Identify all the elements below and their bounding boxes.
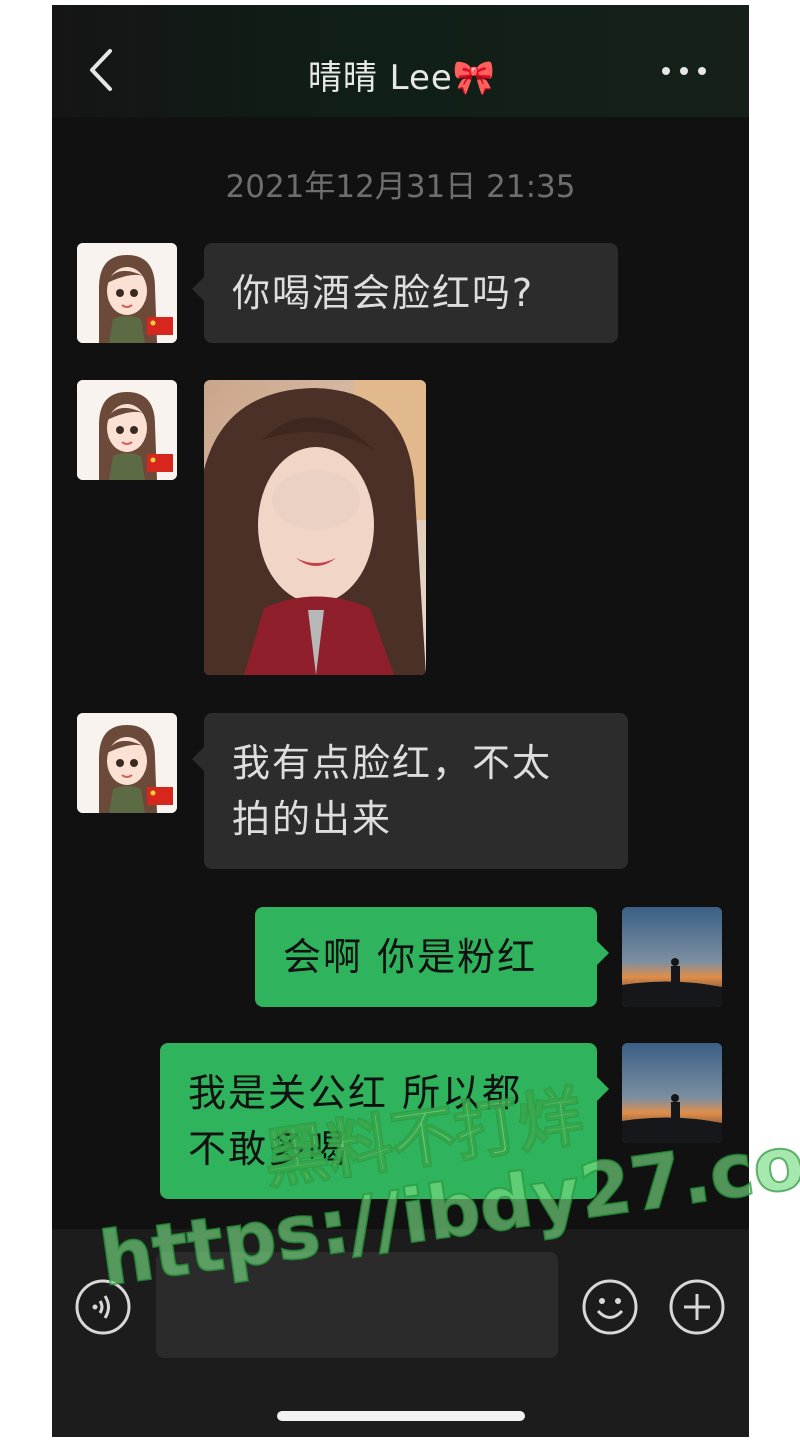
contact-avatar[interactable]: [77, 380, 177, 480]
more-icon: [662, 67, 706, 75]
contact-avatar[interactable]: [77, 243, 177, 343]
message-timestamp: 2021年12月31日 21:35: [225, 169, 576, 205]
outgoing-message[interactable]: 会啊 你是粉红: [255, 907, 609, 1007]
message-line: 你喝酒会脸红吗?: [232, 271, 535, 315]
emoji-button[interactable]: [581, 1278, 639, 1336]
my-avatar[interactable]: [622, 1043, 722, 1143]
chat-header: 晴晴 Lee🎀: [52, 5, 749, 117]
message-line: 我有点脸红，不太: [232, 741, 553, 785]
message-line: 拍的出来: [232, 797, 393, 841]
chat-title: 晴晴 Lee🎀: [307, 58, 497, 98]
more-button[interactable]: [659, 63, 709, 79]
more-functions-button[interactable]: [668, 1278, 726, 1336]
back-arrow-icon: [90, 49, 112, 91]
contact-avatar[interactable]: [77, 713, 177, 813]
incoming-message[interactable]: 你喝酒会脸红吗?: [192, 243, 618, 343]
my-avatar[interactable]: [622, 907, 722, 1007]
photo-message[interactable]: [204, 380, 426, 675]
home-indicator[interactable]: [277, 1411, 525, 1421]
back-button[interactable]: [82, 45, 122, 95]
incoming-message[interactable]: 我有点脸红，不太 拍的出来: [192, 713, 628, 869]
plus-icon: [669, 1279, 725, 1335]
emoji-icon: [582, 1279, 638, 1335]
message-line: 会啊 你是粉红: [283, 935, 538, 979]
